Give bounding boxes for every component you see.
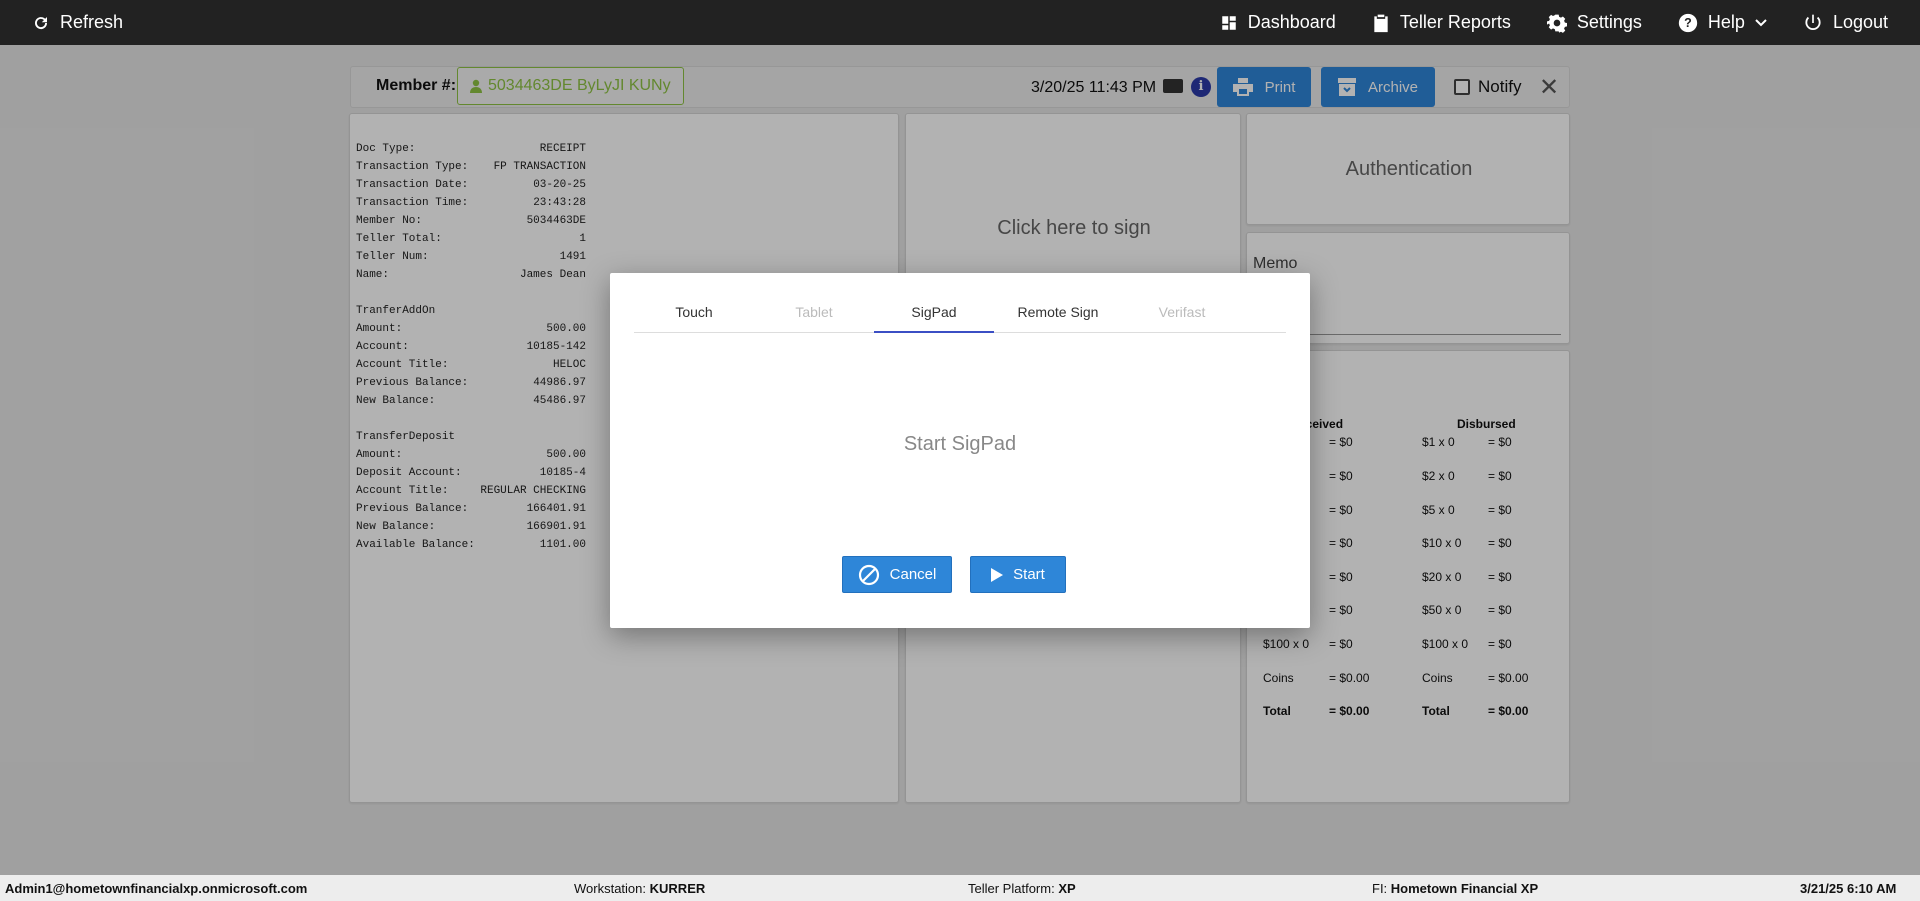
status-user: Admin1@hometownfinancialxp.onmicrosoft.c… xyxy=(5,881,308,896)
start-button[interactable]: Start xyxy=(970,556,1066,593)
refresh-icon xyxy=(35,16,48,29)
nav-dashboard[interactable]: Dashboard xyxy=(1220,12,1336,33)
nav-logout-label: Logout xyxy=(1832,12,1888,32)
status-workstation: Workstation: KURRER xyxy=(574,881,706,896)
tab-verifast: Verifast xyxy=(1158,304,1206,320)
status-fi: FI: Hometown Financial XP xyxy=(1372,881,1539,896)
sigpad-message: Start SigPad xyxy=(903,433,1017,455)
nav-teller-reports[interactable]: Teller Reports xyxy=(1372,12,1511,33)
refresh-label: Refresh xyxy=(60,12,124,32)
nav-logout[interactable]: Logout xyxy=(1803,12,1888,33)
gear-icon xyxy=(1546,14,1567,33)
chevron-down-icon xyxy=(1755,18,1767,26)
status-datetime: 3/21/25 6:10 AM xyxy=(1800,881,1897,896)
dashboard-icon xyxy=(1222,15,1236,30)
cancel-button[interactable]: Cancel xyxy=(842,556,952,593)
nav-help[interactable]: ? Help xyxy=(1678,12,1767,33)
tab-tablet: Tablet xyxy=(795,304,833,320)
clipboard-icon xyxy=(1374,14,1388,32)
power-icon xyxy=(1805,14,1821,30)
tab-remote-sign[interactable]: Remote Sign xyxy=(998,291,1118,333)
svg-text:?: ? xyxy=(1684,16,1692,30)
nav-teller-reports-label: Teller Reports xyxy=(1399,12,1511,32)
nav-settings[interactable]: Settings xyxy=(1546,12,1642,33)
top-nav-bar: Refresh Dashboard Teller Reports Setting… xyxy=(0,0,1920,45)
signature-tabs: Touch Tablet SigPad Remote Sign Verifast xyxy=(634,291,1286,333)
cancel-label: Cancel xyxy=(889,566,937,583)
play-icon xyxy=(991,567,1004,582)
ban-icon xyxy=(858,564,879,585)
status-bar: Admin1@hometownfinancialxp.onmicrosoft.c… xyxy=(0,875,1920,901)
refresh-button[interactable]: Refresh xyxy=(32,12,123,33)
help-icon: ? xyxy=(1678,13,1698,32)
start-label: Start xyxy=(1013,566,1045,583)
nav-help-label: Help xyxy=(1707,12,1745,32)
tab-sigpad[interactable]: SigPad xyxy=(874,291,994,333)
nav-dashboard-label: Dashboard xyxy=(1247,12,1336,32)
status-platform: Teller Platform: XP xyxy=(968,881,1076,896)
signature-method-dialog: Touch Tablet SigPad Remote Sign Verifast… xyxy=(610,273,1310,628)
tab-touch[interactable]: Touch xyxy=(634,291,754,333)
nav-settings-label: Settings xyxy=(1576,12,1642,32)
